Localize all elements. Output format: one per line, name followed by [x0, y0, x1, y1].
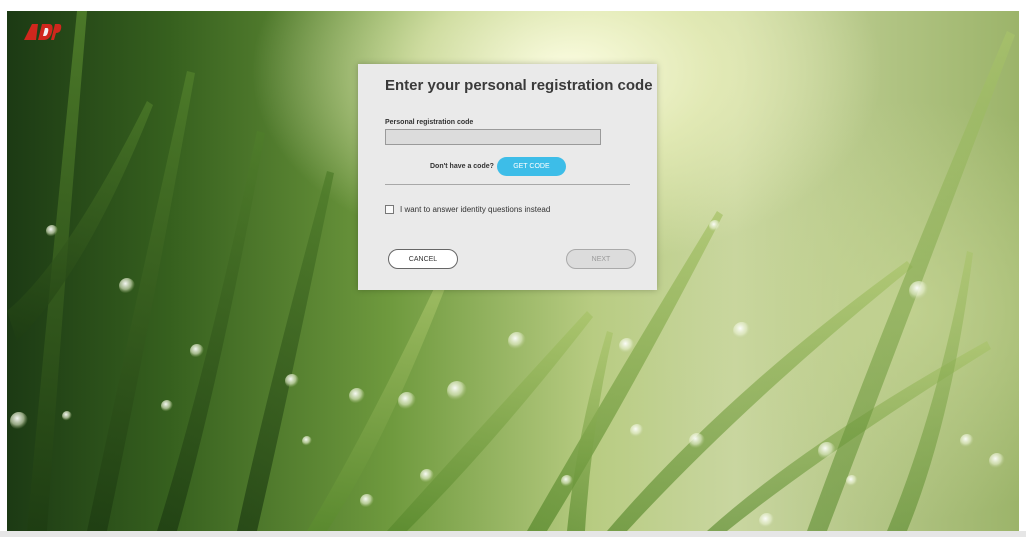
get-code-prompt: Don't have a code? [430, 163, 494, 170]
registration-code-input[interactable] [385, 129, 601, 145]
get-code-button[interactable]: GET CODE [496, 157, 566, 176]
registration-code-label: Personal registration code [385, 119, 474, 126]
identity-questions-checkbox[interactable] [385, 204, 394, 214]
footer-bar [0, 531, 1026, 537]
get-code-row: Don't have a code? GET CODE [430, 157, 566, 176]
cancel-button[interactable]: CANCEL [388, 249, 458, 269]
page: Enter your personal registration code Pe… [0, 0, 1026, 537]
dialog-title: Enter your personal registration code [385, 77, 653, 94]
divider [385, 184, 630, 185]
next-button[interactable]: NEXT [566, 249, 636, 269]
identity-questions-label[interactable]: I want to answer identity questions inst… [400, 205, 550, 214]
identity-questions-option[interactable]: I want to answer identity questions inst… [385, 203, 550, 215]
registration-dialog: Enter your personal registration code Pe… [358, 64, 657, 290]
adp-logo-icon [24, 24, 62, 40]
adp-logo-icon [22, 22, 62, 42]
